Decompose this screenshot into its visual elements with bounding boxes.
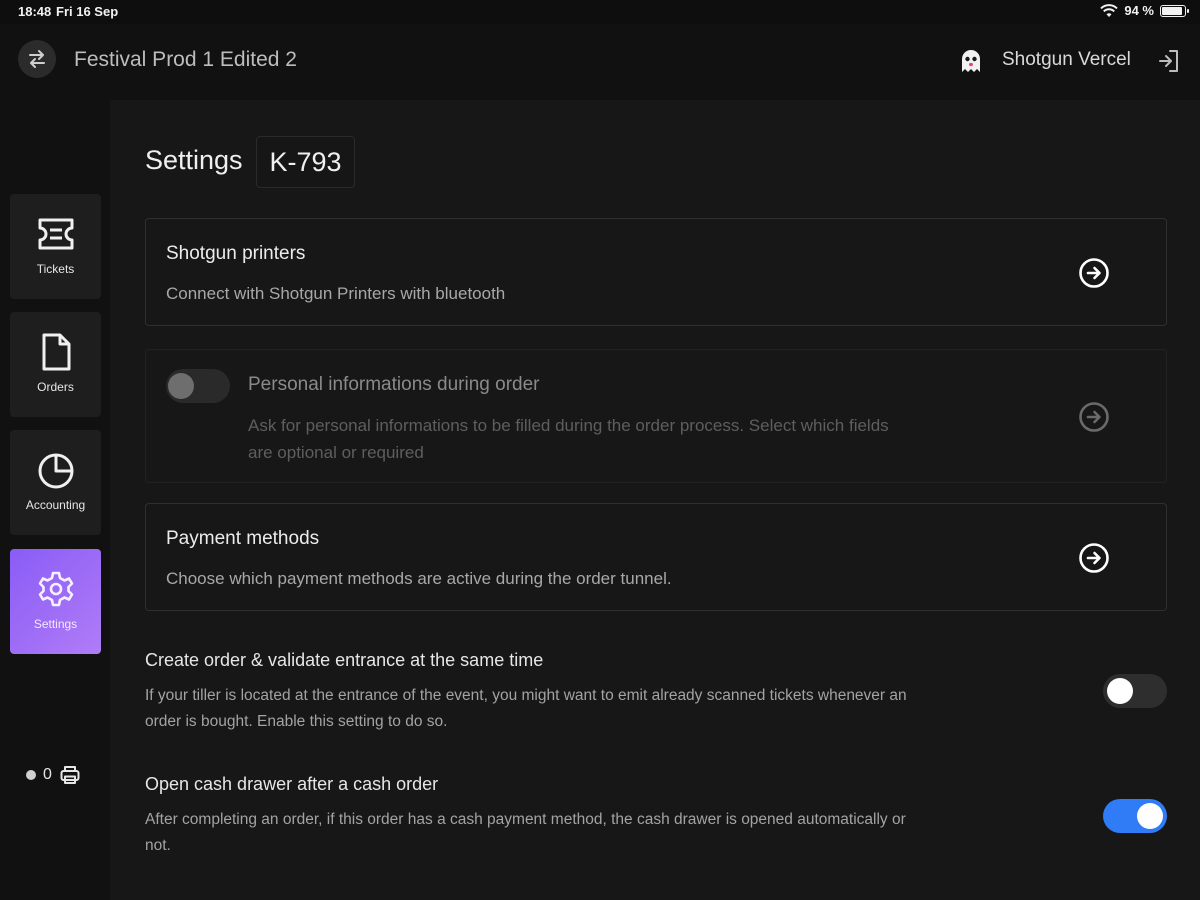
toggle-knob xyxy=(168,373,194,399)
setting-description-line1: After completing an order, if this order… xyxy=(145,811,906,828)
status-right: 94 % xyxy=(1100,3,1189,18)
setting-description-line2: order is bought. Enable this setting to … xyxy=(145,713,448,730)
toggle-knob xyxy=(1107,678,1133,704)
arrow-right-circle-icon[interactable] xyxy=(1078,401,1110,433)
device-code-badge: K-793 xyxy=(256,136,355,188)
gear-icon xyxy=(38,571,73,607)
connection-dot xyxy=(26,770,36,780)
pie-chart-icon xyxy=(38,453,73,489)
card-description: Choose which payment methods are active … xyxy=(166,569,672,588)
card-description-line1: Ask for personal informations to be fill… xyxy=(248,416,889,435)
sidebar: Tickets Orders Accounting Settings 0 xyxy=(0,100,110,900)
card-title: Payment methods xyxy=(166,528,320,549)
arrow-right-circle-icon[interactable] xyxy=(1078,542,1110,574)
sidebar-item-label: Tickets xyxy=(36,262,75,276)
arrow-right-circle-icon[interactable] xyxy=(1078,257,1110,289)
personal-informations-card[interactable]: Personal informations during order Ask f… xyxy=(145,349,1167,483)
toggle-knob xyxy=(1137,803,1163,829)
switch-event-button[interactable] xyxy=(18,40,56,78)
card-title: Personal informations during order xyxy=(248,374,540,395)
setting-title: Create order & validate entrance at the … xyxy=(145,650,544,670)
battery-icon xyxy=(1160,4,1189,17)
battery-fill xyxy=(1162,6,1182,15)
sidebar-item-label: Orders xyxy=(37,380,74,394)
card-description-line2: are optional or required xyxy=(248,443,424,462)
sidebar-item-orders[interactable]: Orders xyxy=(10,312,101,417)
ticket-icon xyxy=(38,218,73,250)
status-date: Fri 16 Sep xyxy=(56,4,119,19)
setting-description-line2: not. xyxy=(145,837,171,854)
user-name: Shotgun Vercel xyxy=(1002,49,1131,70)
app-root: 18:48 Fri 16 Sep 94 % Festival Prod 1 Ed… xyxy=(0,0,1200,900)
create-and-validate-toggle[interactable] xyxy=(1103,674,1167,708)
printer-count: 0 xyxy=(43,766,52,783)
payment-methods-card[interactable]: Payment methods Choose which payment met… xyxy=(145,503,1167,611)
event-title: Festival Prod 1 Edited 2 xyxy=(74,48,297,71)
status-time: 18:48 xyxy=(18,4,52,19)
printer-icon xyxy=(60,766,80,784)
swap-arrows-icon xyxy=(29,50,45,68)
open-cash-drawer-toggle[interactable] xyxy=(1103,799,1167,833)
wifi-icon xyxy=(1100,3,1119,17)
ghost-avatar-icon xyxy=(962,50,980,72)
card-description: Connect with Shotgun Printers with bluet… xyxy=(166,284,506,303)
status-bar: 18:48 Fri 16 Sep 94 % xyxy=(0,0,1200,24)
top-header: Festival Prod 1 Edited 2 Shotgun Vercel xyxy=(0,24,1200,100)
battery-percent: 94 % xyxy=(1124,3,1154,18)
setting-title: Open cash drawer after a cash order xyxy=(145,774,439,794)
sidebar-item-label: Settings xyxy=(33,617,78,631)
document-icon xyxy=(42,333,70,371)
logout-icon[interactable] xyxy=(1156,48,1182,74)
printer-status[interactable]: 0 xyxy=(26,764,81,786)
card-title: Shotgun printers xyxy=(166,243,306,264)
sidebar-item-settings[interactable]: Settings xyxy=(10,549,101,654)
sidebar-item-tickets[interactable]: Tickets xyxy=(10,194,101,299)
setting-description-line1: If your tiller is located at the entranc… xyxy=(145,687,907,704)
personal-informations-toggle[interactable] xyxy=(166,369,230,403)
shotgun-printers-card[interactable]: Shotgun printers Connect with Shotgun Pr… xyxy=(145,218,1167,326)
page-title: Settings xyxy=(145,145,243,175)
sidebar-item-accounting[interactable]: Accounting xyxy=(10,430,101,535)
sidebar-item-label: Accounting xyxy=(25,498,86,512)
